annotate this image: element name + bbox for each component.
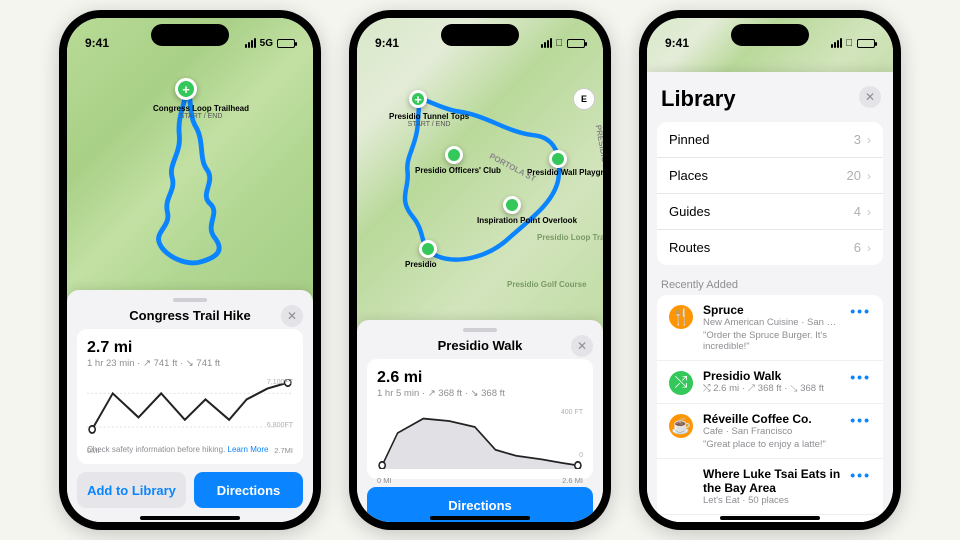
library-row-routes[interactable]: Routes 6 › [657, 230, 883, 265]
row-label: Guides [669, 204, 710, 219]
row-count: 6 [854, 240, 861, 255]
more-button[interactable]: ••• [850, 303, 871, 319]
more-button[interactable]: ••• [850, 369, 871, 385]
route-stats-card: 2.7 mi 1 hr 23 min · ↗ 741 ft · ↘ 741 ft… [77, 329, 303, 464]
home-indicator[interactable] [140, 516, 240, 520]
close-button[interactable]: ✕ [571, 335, 593, 357]
add-to-library-button[interactable]: Add to Library [77, 472, 186, 508]
entry-icon: 🍴 [669, 305, 693, 329]
chevron-right-icon: › [867, 241, 871, 255]
row-count: 3 [854, 132, 861, 147]
elevation-chart: 400 FT 0 0 MI 2.6 MI [377, 409, 583, 469]
map-view[interactable]: + Congress Loop Trailhead START / END [67, 18, 313, 310]
recently-added-label: Recently Added [647, 265, 893, 295]
route-distance: 2.7 mi [87, 339, 293, 357]
close-button[interactable]: ✕ [281, 305, 303, 327]
route-sheet[interactable]: Congress Trail Hike ✕ 2.7 mi 1 hr 23 min… [67, 290, 313, 522]
library-categories: Pinned 3 › Places 20 › Guides 4 › Routes 6 › [657, 122, 883, 265]
status-network: 5G [260, 38, 273, 49]
row-label: Routes [669, 240, 710, 255]
elevation-chart: 7,100FT 6,800FT 0MI 2.7MI [87, 379, 293, 439]
dynamic-island [151, 24, 229, 46]
route-stats-card: 2.6 mi 1 hr 5 min · ↗ 368 ft · ↘ 368 ft … [367, 359, 593, 479]
route-title: Congress Trail Hike [129, 308, 250, 323]
entry-quote: "Order the Spruce Burger. It's incredibl… [703, 330, 840, 352]
dynamic-island [731, 24, 809, 46]
sheet-grabber[interactable] [173, 298, 207, 302]
library-entry[interactable]: 🍴 Spruce New American Cuisine · San Fran… [657, 295, 883, 361]
trailhead-label: Congress Loop Trailhead START / END [153, 104, 249, 120]
presidio-pin[interactable] [419, 240, 437, 258]
entry-title: Réveille Coffee Co. [703, 412, 840, 426]
entry-icon: ⤭ [669, 371, 693, 395]
directions-button[interactable]: Directions [194, 472, 303, 508]
library-title: Library [659, 80, 750, 114]
entry-title: Where Luke Tsai Eats in the Bay Area [703, 467, 840, 495]
officers-club-pin[interactable] [445, 146, 463, 164]
phone-presidio-walk: 9:41 􀙇 E + Presidio Tunnel Tops START / … [349, 10, 611, 530]
library-entry[interactable]: Where Luke Tsai Eats in the Bay Area Let… [657, 459, 883, 515]
entry-subtitle: Let's Eat · 50 places [703, 495, 840, 506]
compass-icon[interactable]: E [573, 88, 595, 110]
row-count: 4 [854, 204, 861, 219]
route-distance: 2.6 mi [377, 369, 583, 387]
recently-added-list: 🍴 Spruce New American Cuisine · San Fran… [657, 295, 883, 522]
library-row-pinned[interactable]: Pinned 3 › [657, 122, 883, 158]
chevron-right-icon: › [867, 205, 871, 219]
row-count: 20 [847, 168, 861, 183]
entry-title: Presidio Walk [703, 369, 840, 383]
library-entry[interactable]: ☕ Réveille Coffee Co. Cafe · San Francis… [657, 404, 883, 459]
row-label: Pinned [669, 132, 709, 147]
library-row-guides[interactable]: Guides 4 › [657, 194, 883, 230]
trailhead-label-text: Congress Loop Trailhead [153, 104, 249, 113]
chevron-right-icon: › [867, 169, 871, 183]
battery-icon [857, 39, 875, 48]
route-stats: 1 hr 23 min · ↗ 741 ft · ↘ 741 ft [87, 358, 293, 369]
more-button[interactable]: ••• [850, 412, 871, 428]
entry-subtitle: New American Cuisine · San Francisc… [703, 317, 840, 328]
close-button[interactable]: ✕ [859, 86, 881, 108]
library-entry[interactable]: ⤭ Presidio Walk ⤭ 2.6 mi · ↗ 368 ft · ↘ … [657, 361, 883, 404]
row-label: Places [669, 168, 708, 183]
battery-icon [567, 39, 585, 48]
route-stats: 1 hr 5 min · ↗ 368 ft · ↘ 368 ft [377, 388, 583, 399]
map-view[interactable]: E + Presidio Tunnel Tops START / END Pre… [357, 18, 603, 336]
more-button[interactable]: ••• [850, 467, 871, 483]
entry-title: Spruce [703, 303, 840, 317]
sheet-grabber[interactable] [463, 328, 497, 332]
status-time: 9:41 [375, 36, 399, 50]
route-sheet[interactable]: Presidio Walk ✕ 2.6 mi 1 hr 5 min · ↗ 36… [357, 320, 603, 522]
status-time: 9:41 [85, 36, 109, 50]
dynamic-island [441, 24, 519, 46]
tunnel-tops-pin[interactable]: + [409, 90, 427, 108]
entry-subtitle: Cafe · San Francisco [703, 426, 840, 437]
entry-quote: "Great place to enjoy a latte!" [703, 439, 840, 450]
home-indicator[interactable] [430, 516, 530, 520]
entry-subtitle: ⤭ 2.6 mi · ↗ 368 ft · ↘ 368 ft [703, 383, 840, 394]
playground-pin[interactable] [549, 150, 567, 168]
status-time: 9:41 [665, 36, 689, 50]
entry-icon: ☕ [669, 414, 693, 438]
chevron-right-icon: › [867, 133, 871, 147]
route-title: Presidio Walk [438, 338, 523, 353]
home-indicator[interactable] [720, 516, 820, 520]
library-sheet[interactable]: Library ✕ Pinned 3›Places 20›Guides 4›Ro… [647, 72, 893, 522]
trailhead-pin[interactable]: + [175, 78, 197, 100]
phone-library: 9:41 􀙇 Library ✕ Pinned 3›Places 20›Guid… [639, 10, 901, 530]
phone-congress-trail: 9:41 5G + Congress Loop Trailhead START … [59, 10, 321, 530]
battery-icon [277, 39, 295, 48]
inspiration-pin[interactable] [503, 196, 521, 214]
library-row-places[interactable]: Places 20 › [657, 158, 883, 194]
entry-icon [669, 469, 693, 493]
